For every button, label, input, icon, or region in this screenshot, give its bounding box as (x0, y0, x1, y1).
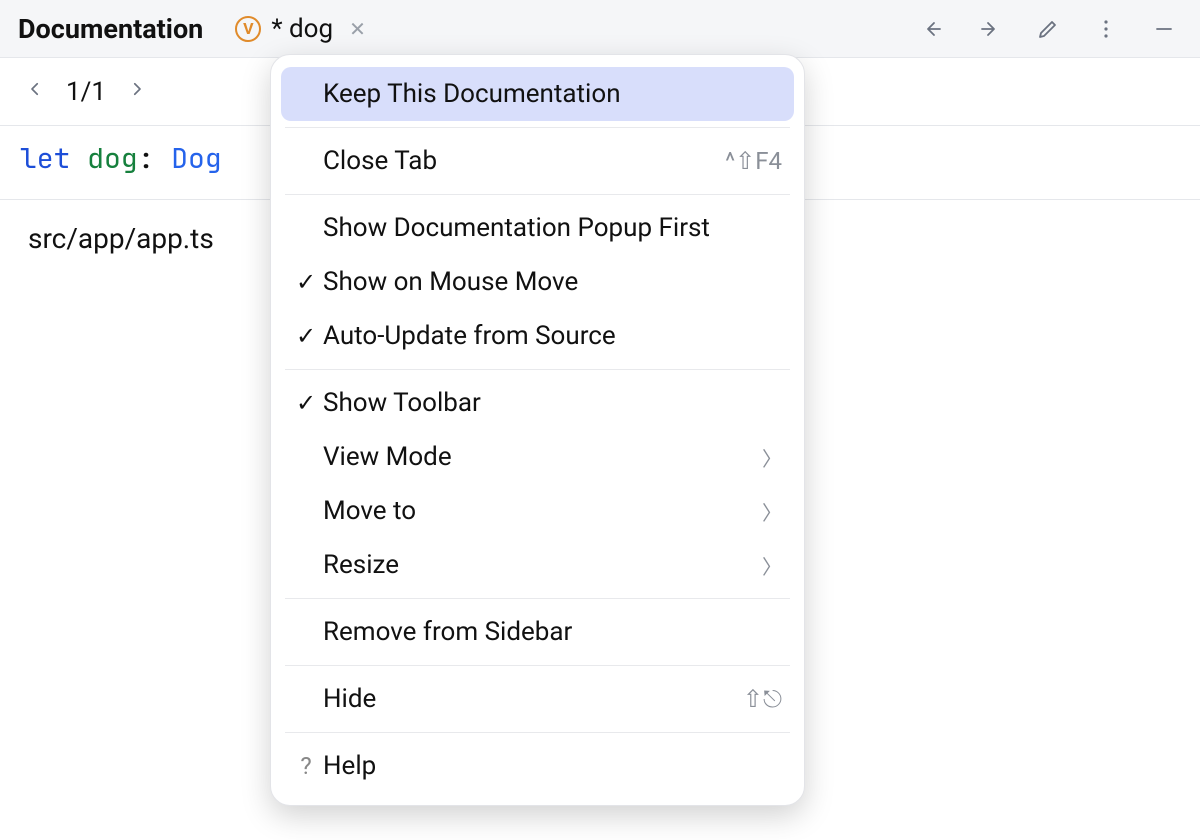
chevron-right-icon: 〉 (762, 497, 782, 526)
vertical-dots-icon (1094, 17, 1118, 41)
menu-hide[interactable]: Hide ⇧⎋ (271, 672, 804, 726)
menu-separator (285, 127, 790, 128)
menu-move-to[interactable]: Move to 〉 (271, 484, 804, 538)
panel-title: Documentation (18, 13, 203, 45)
menu-close-tab[interactable]: Close Tab ^⇧F4 (271, 134, 804, 188)
menu-separator (285, 598, 790, 599)
help-icon: ? (289, 752, 323, 780)
nav-counter: 1/1 (66, 77, 106, 107)
context-menu: Keep This Documentation Close Tab ^⇧F4 S… (270, 54, 805, 806)
next-button[interactable] (122, 75, 152, 108)
arrow-right-icon (978, 17, 1002, 41)
menu-separator (285, 665, 790, 666)
menu-keep-documentation[interactable]: Keep This Documentation (281, 67, 794, 121)
menu-separator (285, 369, 790, 370)
variable-badge-icon: V (235, 16, 261, 42)
menu-show-toolbar[interactable]: ✓ Show Toolbar (271, 376, 804, 430)
minimize-button[interactable] (1146, 11, 1182, 47)
panel-header: Documentation V * dog ✕ (0, 0, 1200, 58)
check-icon: ✓ (289, 322, 323, 350)
chevron-right-icon: 〉 (762, 551, 782, 580)
menu-separator (285, 194, 790, 195)
menu-view-mode[interactable]: View Mode 〉 (271, 430, 804, 484)
menu-separator (285, 732, 790, 733)
minus-icon (1152, 17, 1176, 41)
forward-button[interactable] (972, 11, 1008, 47)
chevron-right-icon: 〉 (762, 443, 782, 472)
check-icon: ✓ (289, 268, 323, 296)
pencil-icon (1036, 17, 1060, 41)
check-icon: ✓ (289, 389, 323, 417)
shortcut-label: ^⇧F4 (725, 147, 782, 175)
menu-show-popup-first[interactable]: Show Documentation Popup First (271, 201, 804, 255)
back-button[interactable] (914, 11, 950, 47)
arrow-left-icon (920, 17, 944, 41)
code-var: dog (87, 140, 137, 177)
code-type: Dog (171, 140, 221, 177)
prev-button[interactable] (20, 75, 50, 108)
menu-show-on-mouse-move[interactable]: ✓ Show on Mouse Move (271, 255, 804, 309)
documentation-tab[interactable]: V * dog ✕ (225, 10, 376, 48)
tab-label: * dog (271, 14, 333, 44)
code-keyword: let (20, 140, 70, 177)
close-tab-icon[interactable]: ✕ (349, 17, 366, 41)
more-options-button[interactable] (1088, 11, 1124, 47)
chevron-right-icon (128, 75, 146, 103)
menu-auto-update[interactable]: ✓ Auto-Update from Source (271, 309, 804, 363)
menu-help[interactable]: ? Help (271, 739, 804, 793)
edit-button[interactable] (1030, 11, 1066, 47)
menu-resize[interactable]: Resize 〉 (271, 538, 804, 592)
menu-remove-from-sidebar[interactable]: Remove from Sidebar (271, 605, 804, 659)
shortcut-label: ⇧⎋ (743, 685, 782, 713)
chevron-left-icon (26, 75, 44, 103)
